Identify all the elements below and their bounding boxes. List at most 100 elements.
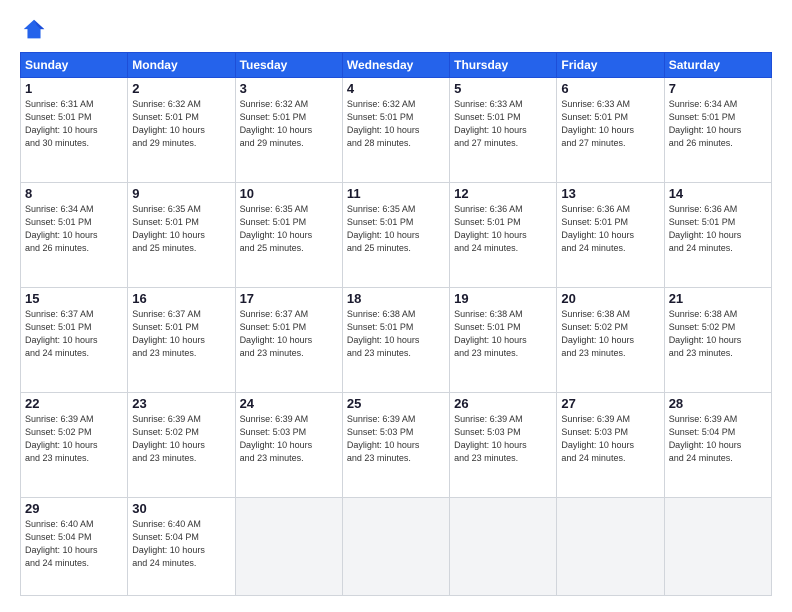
day-info: Sunrise: 6:37 AM Sunset: 5:01 PM Dayligh… — [240, 308, 338, 360]
day-number: 25 — [347, 396, 445, 411]
logo-icon — [20, 16, 48, 44]
day-info: Sunrise: 6:39 AM Sunset: 5:03 PM Dayligh… — [347, 413, 445, 465]
day-info: Sunrise: 6:34 AM Sunset: 5:01 PM Dayligh… — [669, 98, 767, 150]
calendar-cell: 21 Sunrise: 6:38 AM Sunset: 5:02 PM Dayli… — [664, 288, 771, 393]
day-info: Sunrise: 6:39 AM Sunset: 5:02 PM Dayligh… — [132, 413, 230, 465]
calendar-cell: 17 Sunrise: 6:37 AM Sunset: 5:01 PM Dayli… — [235, 288, 342, 393]
day-number: 15 — [25, 291, 123, 306]
logo — [20, 16, 52, 44]
calendar-cell: 9 Sunrise: 6:35 AM Sunset: 5:01 PM Daylig… — [128, 183, 235, 288]
calendar-cell: 13 Sunrise: 6:36 AM Sunset: 5:01 PM Dayli… — [557, 183, 664, 288]
calendar-header-sunday: Sunday — [21, 53, 128, 78]
calendar-cell: 19 Sunrise: 6:38 AM Sunset: 5:01 PM Dayli… — [450, 288, 557, 393]
day-number: 14 — [669, 186, 767, 201]
day-info: Sunrise: 6:39 AM Sunset: 5:03 PM Dayligh… — [561, 413, 659, 465]
calendar-week-3: 15 Sunrise: 6:37 AM Sunset: 5:01 PM Dayli… — [21, 288, 772, 393]
calendar-cell — [557, 498, 664, 596]
day-info: Sunrise: 6:38 AM Sunset: 5:01 PM Dayligh… — [347, 308, 445, 360]
calendar-cell: 18 Sunrise: 6:38 AM Sunset: 5:01 PM Dayli… — [342, 288, 449, 393]
day-info: Sunrise: 6:36 AM Sunset: 5:01 PM Dayligh… — [669, 203, 767, 255]
calendar-week-5: 29Sunrise: 6:40 AM Sunset: 5:04 PM Dayli… — [21, 498, 772, 596]
day-number: 4 — [347, 81, 445, 96]
day-number: 28 — [669, 396, 767, 411]
calendar-cell: 12 Sunrise: 6:36 AM Sunset: 5:01 PM Dayli… — [450, 183, 557, 288]
day-number: 8 — [25, 186, 123, 201]
calendar-cell: 16Sunrise: 6:37 AM Sunset: 5:01 PM Dayli… — [128, 288, 235, 393]
day-number: 30 — [132, 501, 230, 516]
day-number: 1 — [25, 81, 123, 96]
day-number: 24 — [240, 396, 338, 411]
day-info: Sunrise: 6:40 AM Sunset: 5:04 PM Dayligh… — [25, 518, 123, 570]
day-number: 18 — [347, 291, 445, 306]
day-number: 21 — [669, 291, 767, 306]
calendar-cell: 22 Sunrise: 6:39 AM Sunset: 5:02 PM Dayli… — [21, 393, 128, 498]
calendar-cell: 4 Sunrise: 6:32 AM Sunset: 5:01 PM Daylig… — [342, 78, 449, 183]
day-info: Sunrise: 6:36 AM Sunset: 5:01 PM Dayligh… — [561, 203, 659, 255]
day-info: Sunrise: 6:39 AM Sunset: 5:03 PM Dayligh… — [240, 413, 338, 465]
calendar-cell: 26 Sunrise: 6:39 AM Sunset: 5:03 PM Dayli… — [450, 393, 557, 498]
day-info: Sunrise: 6:35 AM Sunset: 5:01 PM Dayligh… — [132, 203, 230, 255]
calendar-cell: 15 Sunrise: 6:37 AM Sunset: 5:01 PM Dayli… — [21, 288, 128, 393]
day-info: Sunrise: 6:31 AM Sunset: 5:01 PM Dayligh… — [25, 98, 123, 150]
calendar-week-2: 8 Sunrise: 6:34 AM Sunset: 5:01 PM Daylig… — [21, 183, 772, 288]
day-info: Sunrise: 6:39 AM Sunset: 5:04 PM Dayligh… — [669, 413, 767, 465]
day-number: 17 — [240, 291, 338, 306]
day-number: 11 — [347, 186, 445, 201]
day-number: 23 — [132, 396, 230, 411]
calendar-header-thursday: Thursday — [450, 53, 557, 78]
calendar-header-row: SundayMondayTuesdayWednesdayThursdayFrid… — [21, 53, 772, 78]
day-info: Sunrise: 6:39 AM Sunset: 5:02 PM Dayligh… — [25, 413, 123, 465]
calendar-cell: 6 Sunrise: 6:33 AM Sunset: 5:01 PM Daylig… — [557, 78, 664, 183]
calendar-cell: 8 Sunrise: 6:34 AM Sunset: 5:01 PM Daylig… — [21, 183, 128, 288]
day-number: 9 — [132, 186, 230, 201]
day-info: Sunrise: 6:40 AM Sunset: 5:04 PM Dayligh… — [132, 518, 230, 570]
header — [20, 16, 772, 44]
calendar-header-saturday: Saturday — [664, 53, 771, 78]
day-info: Sunrise: 6:35 AM Sunset: 5:01 PM Dayligh… — [347, 203, 445, 255]
calendar-cell: 28 Sunrise: 6:39 AM Sunset: 5:04 PM Dayli… — [664, 393, 771, 498]
day-info: Sunrise: 6:35 AM Sunset: 5:01 PM Dayligh… — [240, 203, 338, 255]
day-info: Sunrise: 6:38 AM Sunset: 5:01 PM Dayligh… — [454, 308, 552, 360]
calendar-cell: 30 Sunrise: 6:40 AM Sunset: 5:04 PM Dayli… — [128, 498, 235, 596]
day-info: Sunrise: 6:39 AM Sunset: 5:03 PM Dayligh… — [454, 413, 552, 465]
day-number: 6 — [561, 81, 659, 96]
calendar-cell: 29Sunrise: 6:40 AM Sunset: 5:04 PM Dayli… — [21, 498, 128, 596]
day-info: Sunrise: 6:32 AM Sunset: 5:01 PM Dayligh… — [347, 98, 445, 150]
calendar-cell: 10Sunrise: 6:35 AM Sunset: 5:01 PM Dayli… — [235, 183, 342, 288]
calendar-cell: 14 Sunrise: 6:36 AM Sunset: 5:01 PM Dayli… — [664, 183, 771, 288]
day-info: Sunrise: 6:38 AM Sunset: 5:02 PM Dayligh… — [561, 308, 659, 360]
calendar-cell: 5Sunrise: 6:33 AM Sunset: 5:01 PM Daylig… — [450, 78, 557, 183]
calendar-cell — [342, 498, 449, 596]
calendar-cell: 27Sunrise: 6:39 AM Sunset: 5:03 PM Dayli… — [557, 393, 664, 498]
calendar-cell: 24 Sunrise: 6:39 AM Sunset: 5:03 PM Dayli… — [235, 393, 342, 498]
calendar-cell: 23 Sunrise: 6:39 AM Sunset: 5:02 PM Dayli… — [128, 393, 235, 498]
calendar-header-monday: Monday — [128, 53, 235, 78]
calendar-cell: 7 Sunrise: 6:34 AM Sunset: 5:01 PM Daylig… — [664, 78, 771, 183]
calendar-table: SundayMondayTuesdayWednesdayThursdayFrid… — [20, 52, 772, 596]
day-number: 22 — [25, 396, 123, 411]
day-number: 16 — [132, 291, 230, 306]
calendar-week-1: 1 Sunrise: 6:31 AM Sunset: 5:01 PM Daylig… — [21, 78, 772, 183]
calendar-cell: 20 Sunrise: 6:38 AM Sunset: 5:02 PM Dayli… — [557, 288, 664, 393]
calendar-cell: 1 Sunrise: 6:31 AM Sunset: 5:01 PM Daylig… — [21, 78, 128, 183]
calendar-cell — [235, 498, 342, 596]
day-info: Sunrise: 6:33 AM Sunset: 5:01 PM Dayligh… — [561, 98, 659, 150]
day-info: Sunrise: 6:34 AM Sunset: 5:01 PM Dayligh… — [25, 203, 123, 255]
calendar-header-friday: Friday — [557, 53, 664, 78]
page: SundayMondayTuesdayWednesdayThursdayFrid… — [0, 0, 792, 612]
day-info: Sunrise: 6:36 AM Sunset: 5:01 PM Dayligh… — [454, 203, 552, 255]
day-number: 26 — [454, 396, 552, 411]
day-number: 12 — [454, 186, 552, 201]
calendar-cell: 25 Sunrise: 6:39 AM Sunset: 5:03 PM Dayli… — [342, 393, 449, 498]
day-number: 7 — [669, 81, 767, 96]
day-number: 20 — [561, 291, 659, 306]
day-info: Sunrise: 6:37 AM Sunset: 5:01 PM Dayligh… — [25, 308, 123, 360]
day-info: Sunrise: 6:38 AM Sunset: 5:02 PM Dayligh… — [669, 308, 767, 360]
day-number: 19 — [454, 291, 552, 306]
calendar-cell: 11 Sunrise: 6:35 AM Sunset: 5:01 PM Dayli… — [342, 183, 449, 288]
calendar-week-4: 22 Sunrise: 6:39 AM Sunset: 5:02 PM Dayli… — [21, 393, 772, 498]
day-number: 2 — [132, 81, 230, 96]
day-number: 13 — [561, 186, 659, 201]
day-info: Sunrise: 6:32 AM Sunset: 5:01 PM Dayligh… — [240, 98, 338, 150]
day-info: Sunrise: 6:33 AM Sunset: 5:01 PM Dayligh… — [454, 98, 552, 150]
